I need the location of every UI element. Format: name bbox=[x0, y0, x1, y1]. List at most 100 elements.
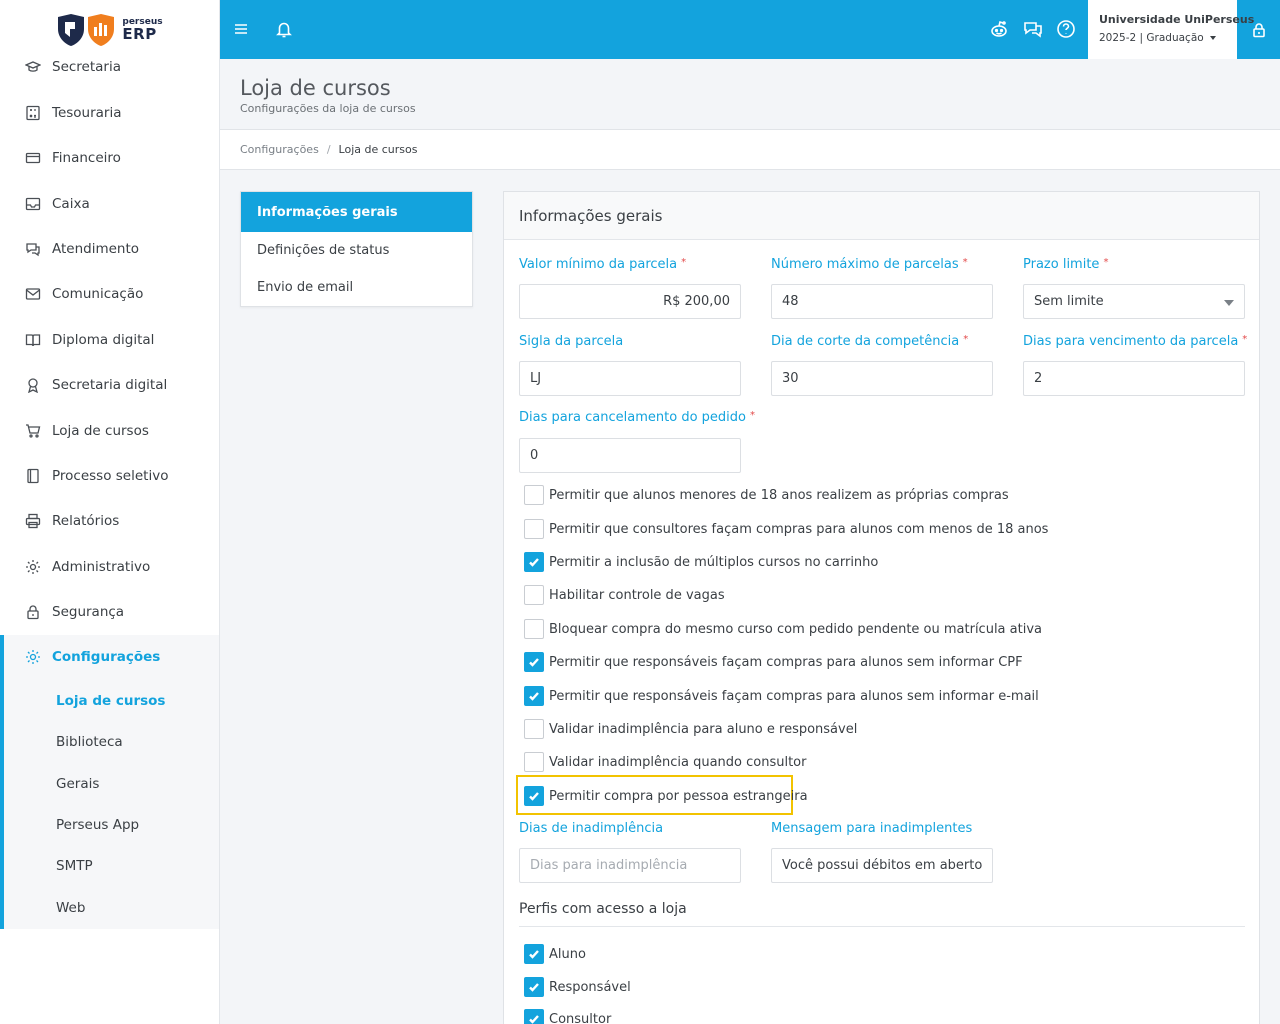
sidebar-item-caixa[interactable]: Caixa bbox=[0, 189, 219, 219]
lock-screen-button[interactable] bbox=[1237, 0, 1280, 59]
checkbox-label: Permitir a inclusão de múltiplos cursos … bbox=[549, 554, 879, 570]
menu-toggle-button[interactable] bbox=[228, 16, 254, 42]
checkbox-box[interactable] bbox=[524, 652, 544, 672]
checkbox-label: Permitir que consultores façam compras p… bbox=[549, 521, 1049, 537]
dias-cancelamento-input[interactable] bbox=[519, 438, 741, 473]
dias-vencimento-input[interactable] bbox=[1023, 361, 1245, 396]
sidebar: perseus ERP Secretaria Tesouraria Financ… bbox=[0, 0, 220, 1024]
sidebar-item-label: Administrativo bbox=[52, 559, 151, 575]
notifications-button[interactable] bbox=[271, 16, 297, 42]
sidebar-subitem-gerais[interactable]: Gerais bbox=[56, 773, 99, 795]
sidebar-item-processo-seletivo[interactable]: Processo seletivo bbox=[0, 461, 219, 491]
checkbox-perfil-consultor[interactable]: Consultor bbox=[524, 1008, 611, 1024]
sidebar-item-comunicacao[interactable]: Comunicação bbox=[0, 279, 219, 309]
sidebar-item-financeiro[interactable]: Financeiro bbox=[0, 143, 219, 173]
tab-envio-de-email[interactable]: Envio de email bbox=[241, 269, 472, 306]
sidebar-item-relatorios[interactable]: Relatórios bbox=[0, 506, 219, 536]
sidebar-item-tesouraria[interactable]: Tesouraria bbox=[0, 98, 219, 128]
sidebar-item-seguranca[interactable]: Segurança bbox=[0, 597, 219, 627]
sigla-label: Sigla da parcela bbox=[519, 334, 624, 349]
checkbox-box[interactable] bbox=[524, 786, 544, 806]
sidebar-subitem-loja-de-cursos[interactable]: Loja de cursos bbox=[56, 690, 165, 712]
sidebar-subitem-smtp[interactable]: SMTP bbox=[56, 855, 93, 877]
valor-minimo-input[interactable] bbox=[519, 284, 741, 319]
sigla-input[interactable] bbox=[519, 361, 741, 396]
sidebar-item-label: Diploma digital bbox=[52, 332, 155, 348]
sidebar-item-label: Loja de cursos bbox=[52, 423, 149, 439]
checkbox-bloquear-compra[interactable]: Bloquear compra do mesmo curso com pedid… bbox=[524, 618, 1042, 640]
university-selector[interactable]: Universidade UniPerseus 2025-2 | Graduaç… bbox=[1088, 0, 1255, 59]
page-header: Loja de cursos Configurações da loja de … bbox=[220, 59, 1280, 130]
breadcrumb: Configurações / Loja de cursos bbox=[220, 130, 1280, 170]
checkbox-box[interactable] bbox=[524, 719, 544, 739]
checkbox-consultores-menores[interactable]: Permitir que consultores façam compras p… bbox=[524, 518, 1048, 540]
checkbox-controle-vagas[interactable]: Habilitar controle de vagas bbox=[524, 584, 725, 606]
sidebar-subitem-web[interactable]: Web bbox=[56, 897, 85, 919]
help-button[interactable] bbox=[1053, 16, 1079, 42]
checkbox-box[interactable] bbox=[524, 752, 544, 772]
mensagem-inadimplentes-input[interactable] bbox=[771, 848, 993, 883]
sidebar-item-label: Segurança bbox=[52, 604, 125, 620]
brand-logo[interactable]: perseus ERP bbox=[0, 0, 219, 59]
required-mark: * bbox=[1103, 257, 1109, 268]
checkbox-label: Bloquear compra do mesmo curso com pedid… bbox=[549, 621, 1042, 637]
chevron-down-icon bbox=[1209, 36, 1216, 40]
checkbox-box[interactable] bbox=[524, 619, 544, 639]
required-mark: * bbox=[963, 334, 969, 345]
sidebar-item-loja-de-cursos[interactable]: Loja de cursos bbox=[0, 416, 219, 446]
dia-corte-input[interactable] bbox=[771, 361, 993, 396]
sidebar-item-label: Secretaria bbox=[52, 59, 121, 75]
award-icon bbox=[28, 378, 38, 393]
sidebar-item-secretaria-digital[interactable]: Secretaria digital bbox=[0, 370, 219, 400]
university-name: Universidade UniPerseus bbox=[1099, 13, 1255, 26]
checkbox-box[interactable] bbox=[524, 1009, 544, 1024]
checkbox-responsaveis-email[interactable]: Permitir que responsáveis façam compras … bbox=[524, 685, 1039, 707]
checkbox-inadimplencia-aluno[interactable]: Validar inadimplência para aluno e respo… bbox=[524, 718, 857, 740]
sidebar-item-label: Financeiro bbox=[52, 150, 121, 166]
checkbox-perfil-responsavel[interactable]: Responsável bbox=[524, 976, 631, 998]
checkbox-multiplos-cursos[interactable]: Permitir a inclusão de múltiplos cursos … bbox=[524, 551, 878, 573]
tab-informacoes-gerais[interactable]: Informações gerais bbox=[241, 192, 472, 232]
checkbox-inadimplencia-consultor[interactable]: Validar inadimplência quando consultor bbox=[524, 751, 806, 773]
checkbox-label: Aluno bbox=[549, 946, 586, 962]
checkbox-box[interactable] bbox=[524, 519, 544, 539]
breadcrumb-separator: / bbox=[326, 143, 331, 156]
checkbox-box[interactable] bbox=[524, 944, 544, 964]
checkbox-box[interactable] bbox=[524, 686, 544, 706]
numero-maximo-input[interactable] bbox=[771, 284, 993, 319]
checkbox-label: Permitir que responsáveis façam compras … bbox=[549, 654, 1023, 670]
valor-minimo-label: Valor mínimo da parcela * bbox=[519, 257, 687, 272]
chat-button[interactable] bbox=[1020, 16, 1046, 42]
card-title: Informações gerais bbox=[504, 192, 1259, 240]
sidebar-item-administrativo[interactable]: Administrativo bbox=[0, 552, 219, 582]
tab-definicoes-de-status[interactable]: Definições de status bbox=[241, 232, 472, 269]
checkbox-label: Habilitar controle de vagas bbox=[549, 587, 725, 603]
sidebar-item-atendimento[interactable]: Atendimento bbox=[0, 234, 219, 264]
checkbox-perfil-aluno[interactable]: Aluno bbox=[524, 943, 586, 965]
checkmark-icon bbox=[529, 658, 539, 667]
gear-icon bbox=[26, 560, 40, 574]
sidebar-item-secretaria[interactable]: Secretaria bbox=[0, 52, 219, 82]
checkbox-box[interactable] bbox=[524, 485, 544, 505]
checkbox-responsaveis-cpf[interactable]: Permitir que responsáveis façam compras … bbox=[524, 651, 1023, 673]
top-bar: Universidade UniPerseus 2025-2 | Graduaç… bbox=[220, 0, 1280, 59]
sidebar-item-configuracoes[interactable]: Configurações bbox=[0, 642, 219, 672]
checkbox-menores-compras[interactable]: Permitir que alunos menores de 18 anos r… bbox=[524, 484, 1009, 506]
sidebar-subitem-perseus-app[interactable]: Perseus App bbox=[56, 814, 139, 836]
breadcrumb-configuracoes[interactable]: Configurações bbox=[240, 143, 319, 156]
prazo-limite-select[interactable]: Sem limite bbox=[1023, 284, 1245, 319]
general-info-card: Informações gerais Valor mínimo da parce… bbox=[503, 191, 1260, 1024]
prazo-limite-label: Prazo limite * bbox=[1023, 257, 1109, 272]
reddit-button[interactable] bbox=[986, 16, 1012, 42]
brand-big: ERP bbox=[122, 24, 157, 43]
bell-icon bbox=[276, 22, 292, 38]
checkbox-box[interactable] bbox=[524, 977, 544, 997]
dias-vencimento-label: Dias para vencimento da parcela * bbox=[1023, 334, 1248, 349]
dias-inadimplencia-input[interactable] bbox=[519, 848, 741, 883]
sidebar-item-diploma-digital[interactable]: Diploma digital bbox=[0, 325, 219, 355]
checkbox-box[interactable] bbox=[524, 585, 544, 605]
sidebar-subitem-biblioteca[interactable]: Biblioteca bbox=[56, 731, 123, 753]
checkbox-box[interactable] bbox=[524, 552, 544, 572]
checkbox-pessoa-estrangeira[interactable]: Permitir compra por pessoa estrangeira bbox=[524, 785, 808, 807]
hamburger-icon bbox=[235, 24, 247, 34]
